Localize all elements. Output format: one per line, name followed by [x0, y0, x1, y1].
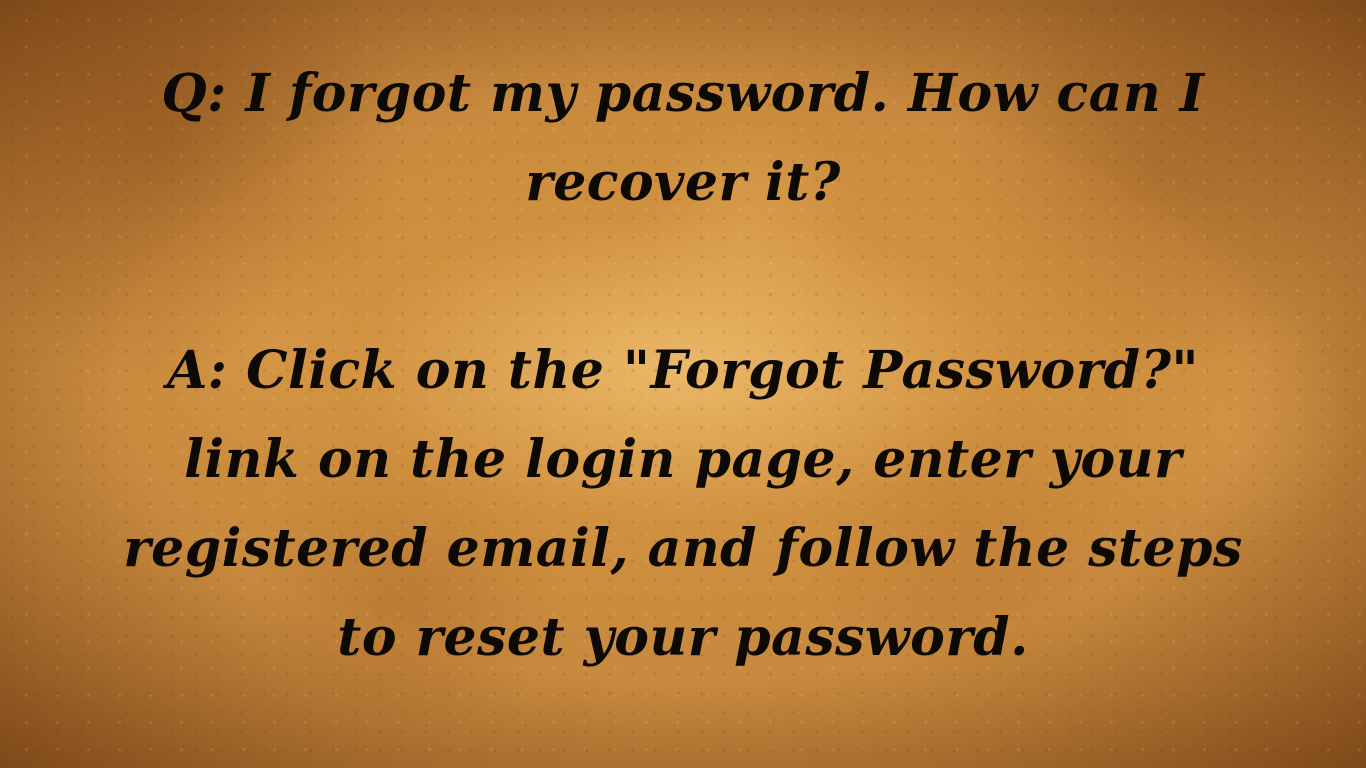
- question-line-1: Q: I forgot my password. How can I: [161, 63, 1205, 124]
- question-line-2: recover it?: [525, 152, 841, 213]
- answer-line-1: A: Click on the "Forgot Password?": [166, 340, 1200, 401]
- faq-card: Q: I forgot my password. How can I recov…: [0, 0, 1366, 768]
- answer-line-4: to reset your password.: [337, 607, 1029, 668]
- answer-line-3: registered email, and follow the steps: [123, 518, 1243, 579]
- answer-line-2: link on the login page, enter your: [184, 429, 1182, 490]
